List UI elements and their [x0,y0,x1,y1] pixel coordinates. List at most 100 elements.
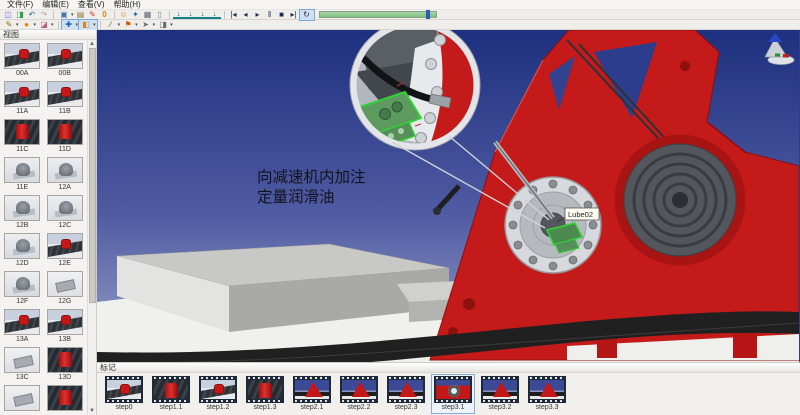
step-thumbnail[interactable] [340,376,378,403]
zero-state-icon[interactable]: 0 [99,10,111,20]
view-item[interactable]: 00A [1,41,44,79]
step-item-selected[interactable]: step3.1 [432,375,474,413]
timeline-slider[interactable] [319,11,437,18]
transform-tool-button[interactable]: ✚ ▾ [62,20,80,30]
view-thumbnail[interactable] [4,309,40,335]
view-thumbnail[interactable] [4,347,40,373]
scroll-down-icon[interactable]: ▼ [89,407,95,415]
view-item[interactable]: 13A [1,307,44,345]
undo-icon[interactable]: ↶ [26,10,38,20]
view-item[interactable]: 12G [44,269,87,307]
view-thumbnail[interactable] [47,43,83,69]
step-item[interactable]: step1.2 [197,375,239,413]
grid-icon[interactable]: ▦ [142,10,154,20]
view-item[interactable]: 00B [44,41,87,79]
skip-end-button[interactable]: ▸| [288,10,300,20]
publish-icon-1[interactable]: ↓ [173,10,185,19]
view-item[interactable]: 13D [44,345,87,383]
clip-tool-button[interactable]: ◨ ▾ [156,20,174,30]
frame-back-button[interactable]: ◂ [240,10,252,20]
viewport-canvas[interactable]: Lube02 向减速机内加注 定量润滑油 [97,30,799,362]
view-item[interactable]: 12B [1,193,44,231]
view-thumbnail[interactable] [47,233,83,259]
view-thumbnail[interactable] [47,119,83,145]
step-thumbnail[interactable] [105,376,143,403]
timeline-slider-thumb[interactable] [426,10,430,19]
flag-tool-button[interactable]: ⚑ ▾ [121,20,139,30]
measure-tool-button[interactable]: ∕ ▾ [104,20,122,30]
view-item[interactable]: 12F [1,269,44,307]
view-thumbnail[interactable] [4,385,40,411]
step-item[interactable]: step1.1 [150,375,192,413]
view-item[interactable] [44,383,87,415]
step-thumbnail[interactable] [199,376,237,403]
hotspot-tool-button[interactable]: ● ▾ [20,20,38,30]
views-scrollbar[interactable]: ▲ ▼ [87,40,96,415]
view-thumbnail[interactable] [47,385,83,411]
page-icon[interactable]: ▯ [154,10,166,20]
markup-icon[interactable]: ✎ [87,10,99,20]
view-thumbnail[interactable] [47,271,83,297]
view-thumbnail[interactable] [4,157,40,183]
step-thumbnail[interactable] [528,376,566,403]
publish-icon-4[interactable]: ↓ [209,10,221,19]
avatar-icon[interactable]: ☺ [118,10,130,20]
publish-icon-2[interactable]: ↓ [185,10,197,19]
view-thumbnail[interactable] [47,157,83,183]
play-button[interactable]: ▸ [252,10,264,20]
step-thumbnail[interactable] [246,376,284,403]
view-thumbnail[interactable] [4,43,40,69]
view-item[interactable]: 11B [44,79,87,117]
view-item[interactable]: 13B [44,307,87,345]
step-item[interactable]: step2.2 [338,375,380,413]
step-thumbnail[interactable] [293,376,331,403]
view-item[interactable]: 11A [1,79,44,117]
step-item[interactable]: step3.2 [479,375,521,413]
view-item[interactable]: 12A [44,155,87,193]
view-item[interactable]: 12E [44,231,87,269]
view-thumbnail[interactable] [4,195,40,221]
step-item[interactable]: step2.3 [385,375,427,413]
view-item[interactable]: 11D [44,117,87,155]
step-item[interactable]: step2.1 [291,375,333,413]
capture-button[interactable]: ▣ ▾ [57,10,75,20]
menu-item-view[interactable]: 查看(V) [74,0,109,10]
draw-tool-button[interactable]: ✎ ▾ [2,20,20,30]
step-item[interactable]: step0 [103,375,145,413]
paint-tool-button[interactable]: ◧ ▾ [79,20,97,30]
view-thumbnail[interactable] [4,119,40,145]
view-item[interactable]: 12D [1,231,44,269]
open-view-icon[interactable]: ◫ [2,10,14,20]
step-thumbnail[interactable] [481,376,519,403]
path-tool-button[interactable]: ➤ ▾ [139,20,157,30]
view-thumbnail[interactable] [47,309,83,335]
menu-item-edit[interactable]: 编辑(E) [38,0,73,10]
step-thumbnail[interactable] [387,376,425,403]
loop-button[interactable]: ↻ [300,10,314,20]
eraser-tool-button[interactable]: ◪ ▾ [37,20,55,30]
step-item[interactable]: step1.3 [244,375,286,413]
share-icon[interactable]: ✦ [130,10,142,20]
step-thumbnail[interactable] [152,376,190,403]
view-thumbnail[interactable] [4,81,40,107]
view-item[interactable]: 12C [44,193,87,231]
import-icon[interactable]: ◨ [14,10,26,20]
view-thumbnail[interactable] [47,347,83,373]
pause-button[interactable]: ‖ [264,10,276,20]
view-item[interactable]: 11C [1,117,44,155]
publish-icon-3[interactable]: ↓ [197,10,209,19]
view-thumbnail[interactable] [4,233,40,259]
menu-item-file[interactable]: 文件(F) [3,0,37,10]
view-item[interactable] [1,383,44,415]
scrollbar-thumb[interactable] [89,48,96,303]
redo-icon[interactable]: ↷ [38,10,50,20]
image-icon[interactable]: ▤ [75,10,87,20]
view-item[interactable]: 11E [1,155,44,193]
view-thumbnail[interactable] [47,195,83,221]
view-thumbnail[interactable] [47,81,83,107]
step-thumbnail[interactable] [434,376,472,403]
menu-item-help[interactable]: 帮助(H) [110,0,145,10]
stop-button[interactable]: ■ [276,10,288,20]
viewport-3d[interactable]: Lube02 向减速机内加注 定量润滑油 [97,30,800,362]
scroll-up-icon[interactable]: ▲ [89,40,95,48]
